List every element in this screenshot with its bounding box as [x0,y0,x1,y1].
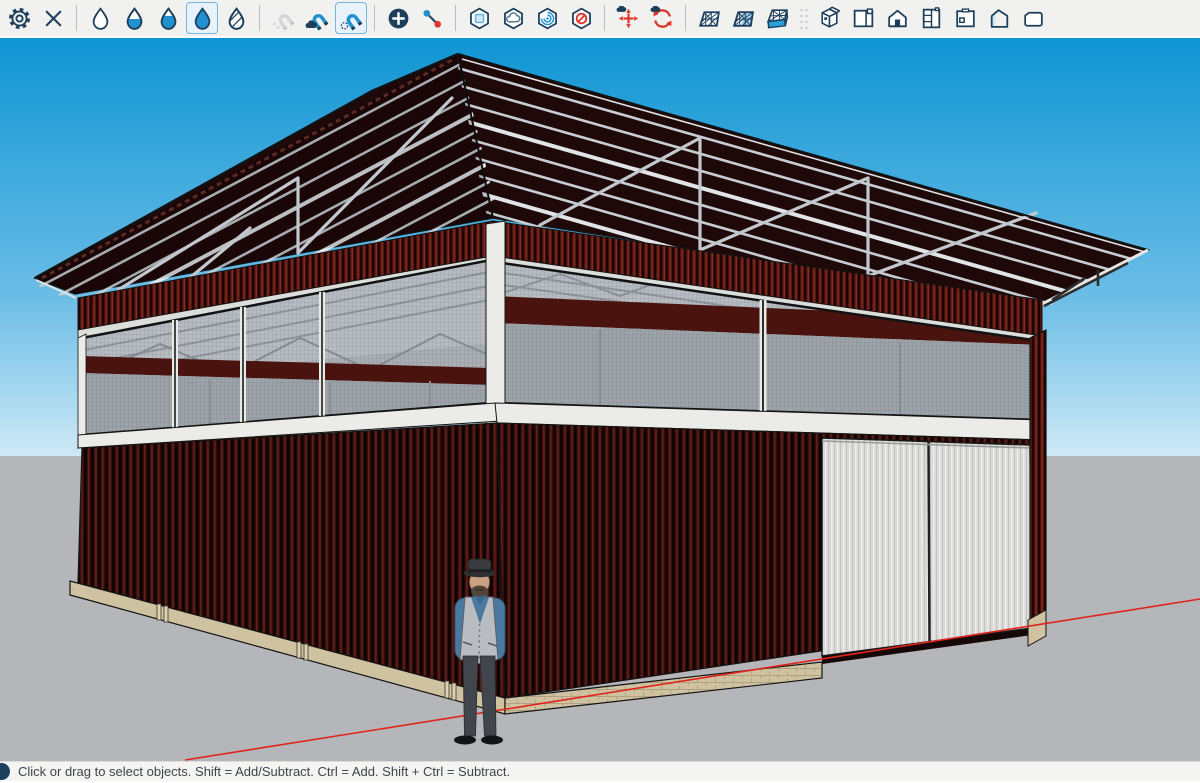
mesh-shaded-icon[interactable] [727,2,759,34]
building-facade-icon[interactable] [915,2,947,34]
magnet-disabled-icon[interactable] [267,2,299,34]
mesh-wire-icon[interactable] [693,2,725,34]
viewport-scene[interactable] [0,38,1200,761]
drop-threequarters-icon[interactable] [152,2,184,34]
house-door-icon[interactable] [881,2,913,34]
drop-empty-icon[interactable] [84,2,116,34]
drop-half-icon[interactable] [118,2,150,34]
hexagon-cloud-icon[interactable] [497,2,529,34]
status-bar: Click or drag to select objects. Shift =… [0,761,1200,781]
toolbar-separator [604,5,605,31]
package-box-icon[interactable] [813,2,845,34]
toolbar-separator [374,5,375,31]
hexagon-square-icon[interactable] [463,2,495,34]
node-link-icon[interactable] [416,2,448,34]
cloud-move-arrows-icon[interactable] [612,2,644,34]
plus-circle-icon[interactable] [382,2,414,34]
gear-icon[interactable] [3,2,35,34]
3d-viewport[interactable] [0,38,1200,761]
drop-hatched-icon[interactable] [220,2,252,34]
cloud-sync-icon[interactable] [646,2,678,34]
magnet-cloud-icon[interactable] [301,2,333,34]
magnet-dots-icon[interactable] [335,2,367,34]
status-message: Click or drag to select objects. Shift =… [18,764,510,779]
hexagon-fingerprint-icon[interactable] [531,2,563,34]
drop-full-icon[interactable] [186,2,218,34]
container-panel-icon[interactable] [949,2,981,34]
house-outline-icon[interactable] [983,2,1015,34]
toolbar-separator [685,5,686,31]
application-window: Click or drag to select objects. Shift =… [0,0,1200,783]
main-toolbar [0,0,1200,38]
toolbar-separator [76,5,77,31]
close-icon[interactable] [37,2,69,34]
mesh-solid-icon[interactable] [761,2,793,34]
hexagon-block-icon[interactable] [565,2,597,34]
toolbar-separator [259,5,260,31]
toolbar-drag-handle[interactable] [798,5,808,31]
help-circle-icon[interactable] [0,763,10,780]
door-panel-icon[interactable] [847,2,879,34]
slab-outline-icon[interactable] [1017,2,1049,34]
toolbar-separator [455,5,456,31]
